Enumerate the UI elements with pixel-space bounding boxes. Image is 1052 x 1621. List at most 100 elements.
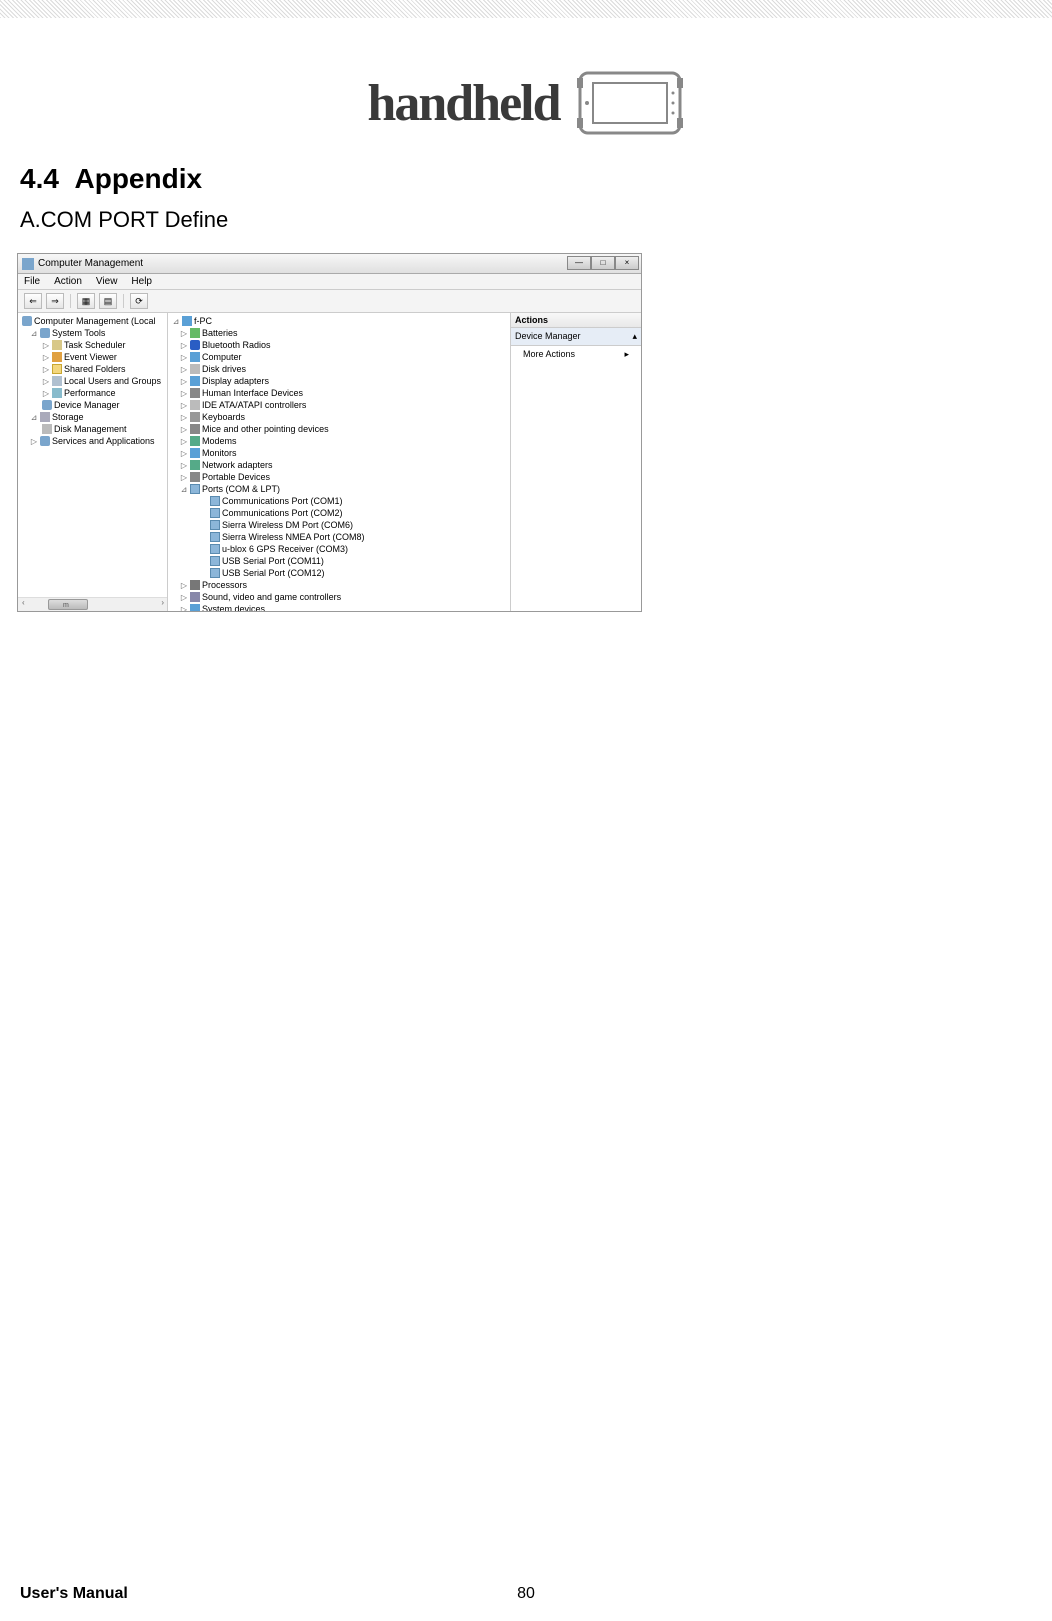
cpu-icon [190,580,200,590]
actions-pane: Actions Device Manager ▴ More Actions ▸ [511,313,641,611]
scheduler-icon [52,340,62,350]
port-com8[interactable]: Sierra Wireless NMEA Port (COM8) [170,531,508,543]
computer-icon [182,316,192,326]
tree-task-scheduler[interactable]: ▷Task Scheduler [20,339,165,351]
tree-storage[interactable]: ⊿Storage [20,411,165,423]
menu-view[interactable]: View [96,276,118,287]
menu-action[interactable]: Action [54,276,82,287]
computer-management-icon [22,258,34,270]
port-com3[interactable]: u-blox 6 GPS Receiver (COM3) [170,543,508,555]
tree-device-manager[interactable]: Device Manager [20,399,165,411]
computer-management-icon [22,316,32,326]
logo-area: handheld [0,63,1052,143]
chevron-right-icon: ▸ [624,349,629,360]
port-icon [210,544,220,554]
port-com12[interactable]: USB Serial Port (COM12) [170,567,508,579]
sound-icon [190,592,200,602]
window-title: Computer Management [38,258,143,269]
users-icon [52,376,62,386]
computer-management-screenshot: Computer Management — □ × File Action Vi… [17,253,642,612]
cat-hid[interactable]: ▷Human Interface Devices [170,387,508,399]
tree-root[interactable]: Computer Management (Local [20,315,165,327]
device-root[interactable]: ⊿f-PC [170,315,508,327]
modem-icon [190,436,200,446]
cat-network[interactable]: ▷Network adapters [170,459,508,471]
disk-icon [42,424,52,434]
horizontal-scrollbar[interactable]: ‹ m › [18,597,168,611]
cat-system[interactable]: ▷System devices [170,603,508,611]
back-button[interactable]: ⇐ [24,293,42,309]
device-manager-icon [42,400,52,410]
maximize-button[interactable]: □ [591,256,615,270]
actions-header: Actions [511,313,641,328]
actions-primary[interactable]: Device Manager ▴ [511,328,641,346]
network-icon [190,460,200,470]
cat-processors[interactable]: ▷Processors [170,579,508,591]
tools-icon [40,328,50,338]
device-tree: ⊿f-PC ▷Batteries ▷Bluetooth Radios ▷Comp… [168,313,511,611]
cat-sound[interactable]: ▷Sound, video and game controllers [170,591,508,603]
collapse-icon: ▴ [632,331,637,342]
battery-icon [190,328,200,338]
folder-icon [52,364,62,374]
tree-services[interactable]: ▷Services and Applications [20,435,165,447]
cat-batteries[interactable]: ▷Batteries [170,327,508,339]
tree-local-users[interactable]: ▷Local Users and Groups [20,375,165,387]
port-icon [190,484,200,494]
section-heading: 4.4 Appendix [20,163,1052,195]
menubar: File Action View Help [18,274,641,290]
tree-disk-management[interactable]: Disk Management [20,423,165,435]
port-icon [210,496,220,506]
forward-button[interactable]: ⇒ [46,293,64,309]
toolbar-btn-1[interactable]: ▦ [77,293,95,309]
handheld-device-icon [575,63,685,143]
port-icon [210,556,220,566]
hid-icon [190,388,200,398]
logo-text: handheld [367,74,559,133]
port-com2[interactable]: Communications Port (COM2) [170,507,508,519]
menu-file[interactable]: File [24,276,40,287]
system-icon [190,604,200,611]
minimize-button[interactable]: — [567,256,591,270]
actions-more[interactable]: More Actions ▸ [511,346,641,363]
page-footer: User's Manual 80 [20,1585,1032,1603]
cat-keyboards[interactable]: ▷Keyboards [170,411,508,423]
footer-title: User's Manual [20,1585,128,1603]
port-icon [210,520,220,530]
menu-help[interactable]: Help [131,276,152,287]
tree-system-tools[interactable]: ⊿System Tools [20,327,165,339]
cat-bluetooth[interactable]: ▷Bluetooth Radios [170,339,508,351]
tree-event-viewer[interactable]: ▷Event Viewer [20,351,165,363]
navigation-tree: Computer Management (Local ⊿System Tools… [18,313,168,611]
cat-ide[interactable]: ▷IDE ATA/ATAPI controllers [170,399,508,411]
services-icon [40,436,50,446]
page-number: 80 [517,1585,535,1603]
scrollbar-thumb[interactable]: m [48,599,88,610]
monitor-icon [190,448,200,458]
tree-performance[interactable]: ▷Performance [20,387,165,399]
port-icon [210,532,220,542]
tree-shared-folders[interactable]: ▷Shared Folders [20,363,165,375]
bluetooth-icon [190,340,200,350]
section-subtitle: A.COM PORT Define [20,207,1052,233]
cat-modems[interactable]: ▷Modems [170,435,508,447]
cat-portable[interactable]: ▷Portable Devices [170,471,508,483]
port-com1[interactable]: Communications Port (COM1) [170,495,508,507]
toolbar-btn-3[interactable]: ⟳ [130,293,148,309]
port-icon [210,508,220,518]
cat-computer[interactable]: ▷Computer [170,351,508,363]
port-com11[interactable]: USB Serial Port (COM11) [170,555,508,567]
section-number: 4.4 [20,163,59,194]
page-top-border [0,0,1052,18]
close-button[interactable]: × [615,256,639,270]
port-com6[interactable]: Sierra Wireless DM Port (COM6) [170,519,508,531]
cat-monitors[interactable]: ▷Monitors [170,447,508,459]
display-icon [190,376,200,386]
cat-display[interactable]: ▷Display adapters [170,375,508,387]
cat-ports[interactable]: ⊿Ports (COM & LPT) [170,483,508,495]
window-titlebar: Computer Management — □ × [18,254,641,274]
storage-icon [40,412,50,422]
toolbar-btn-2[interactable]: ▤ [99,293,117,309]
cat-disk-drives[interactable]: ▷Disk drives [170,363,508,375]
cat-mice[interactable]: ▷Mice and other pointing devices [170,423,508,435]
